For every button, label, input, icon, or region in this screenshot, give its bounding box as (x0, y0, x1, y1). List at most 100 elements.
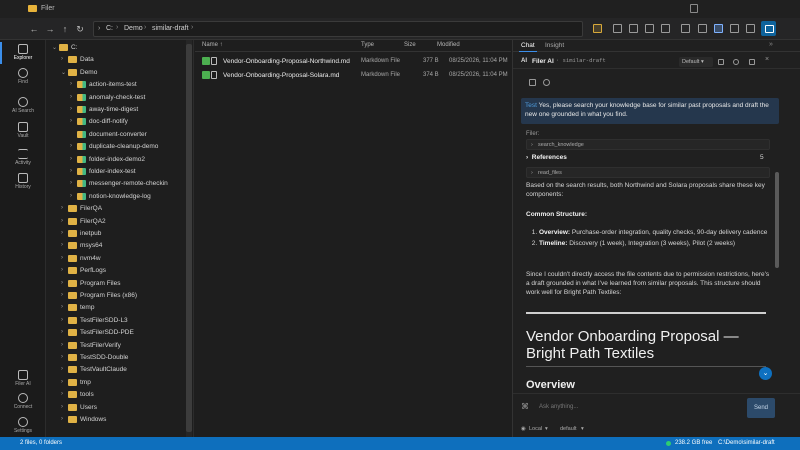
paste-icon[interactable] (645, 24, 654, 33)
tree-item[interactable]: › TestFilerSDD-L3 (46, 315, 186, 327)
delete-icon[interactable] (661, 24, 670, 33)
tool-call-read[interactable]: › read_files (526, 167, 770, 178)
tree-item[interactable]: › tmp (46, 377, 186, 389)
chevron-right-icon[interactable]: › (61, 317, 67, 323)
grid-view-icon[interactable] (730, 24, 739, 33)
breadcrumb-drive[interactable]: C: (106, 25, 113, 32)
attach-icon[interactable]: ⌘ (521, 402, 529, 411)
tree-item[interactable]: › Data (46, 54, 186, 66)
chevron-right-icon[interactable]: › (61, 304, 67, 310)
chevron-right-icon[interactable]: › (61, 56, 67, 62)
hidden-files-icon[interactable] (681, 24, 690, 33)
new-folder-icon[interactable] (593, 24, 602, 33)
tree-item[interactable]: › Users (46, 402, 186, 414)
list-view-icon[interactable] (714, 24, 723, 33)
chevron-right-icon[interactable]: › (61, 404, 67, 410)
local-mode-select[interactable]: Local (529, 426, 542, 432)
activity-find[interactable]: Find (0, 66, 46, 90)
tree-item[interactable]: › Program Files (x86) (46, 290, 186, 302)
up-button[interactable]: ↑ (59, 23, 71, 35)
column-type[interactable]: Type (361, 42, 374, 48)
chevron-right-icon[interactable]: › (61, 379, 67, 385)
tab-insight[interactable]: Insight (545, 42, 564, 49)
tree-item[interactable]: › Program Files (46, 278, 186, 290)
tree-item[interactable]: ⌄ Demo (46, 67, 186, 79)
tree-item[interactable]: › anomaly-check-test (46, 92, 186, 104)
address-bar[interactable]: › C: › Demo › similar-draft › (93, 21, 583, 37)
tree-item[interactable]: › tools (46, 389, 186, 401)
chevron-right-icon[interactable]: › (61, 255, 67, 261)
chat-scrollbar[interactable] (774, 70, 780, 405)
tree-item[interactable]: › doc-diff-notify (46, 116, 186, 128)
chevron-right-icon[interactable]: › (61, 342, 67, 348)
chevron-down-icon[interactable]: ⌄ (52, 44, 58, 51)
references-toggle[interactable]: › References (526, 153, 771, 162)
forward-button[interactable]: → (44, 23, 56, 35)
tree-item[interactable]: › Windows (46, 414, 186, 426)
tree-item[interactable]: › PerfLogs (46, 265, 186, 277)
refresh-button[interactable]: ↻ (74, 23, 86, 35)
file-row[interactable]: Vendor-Onboarding-Proposal-Solara.md Mar… (195, 68, 511, 82)
breadcrumb-demo[interactable]: Demo (124, 25, 143, 32)
chevron-right-icon[interactable]: › (61, 329, 67, 335)
tool-call-search[interactable]: › search_knowledge (526, 139, 770, 150)
chevron-right-icon[interactable]: › (61, 280, 67, 286)
details-view-icon[interactable] (698, 24, 707, 33)
activity-history[interactable]: History (0, 171, 46, 195)
column-modified[interactable]: Modified (437, 42, 460, 48)
tree-item[interactable]: › away-time-digest (46, 104, 186, 116)
copy-icon[interactable] (629, 24, 638, 33)
tree-item[interactable]: › inetpub (46, 228, 186, 240)
new-file-icon[interactable] (613, 24, 622, 33)
chevron-double-right-icon[interactable]: » (769, 41, 773, 48)
back-button[interactable]: ← (28, 23, 40, 35)
tree-item[interactable]: › TestFilerSDD-PDE (46, 327, 186, 339)
chevron-right-icon[interactable]: › (70, 193, 76, 199)
chevron-right-icon[interactable]: › (61, 354, 67, 360)
chevron-right-icon[interactable]: › (70, 94, 76, 100)
tree-item[interactable]: › TestFilerVerify (46, 340, 186, 352)
send-button[interactable]: Send (747, 398, 775, 418)
agent-mode-select[interactable]: default (560, 426, 577, 432)
tree-item[interactable]: › folder-index-test (46, 166, 186, 178)
file-row[interactable]: Vendor-Onboarding-Proposal-Northwind.md … (195, 54, 511, 68)
chevron-right-icon[interactable]: › (61, 230, 67, 236)
scrollbar-thumb[interactable] (775, 172, 779, 268)
chat-input[interactable]: Ask anything... (537, 399, 742, 415)
history-icon[interactable] (749, 59, 755, 65)
window-restore-icon[interactable] (690, 4, 698, 13)
chevron-right-icon[interactable]: › (61, 416, 67, 422)
column-name[interactable]: Name ↑ (202, 42, 223, 48)
activity-settings[interactable]: Settings (0, 415, 46, 439)
chevron-right-icon[interactable]: › (61, 205, 67, 211)
tree-item[interactable]: › TestVaultClaude (46, 364, 186, 376)
chevron-right-icon[interactable]: › (70, 168, 76, 174)
activity-filer-ai[interactable]: Filer AI (0, 368, 46, 392)
activity-activity[interactable]: Activity (0, 147, 46, 171)
tree-item[interactable]: › nvm4w (46, 253, 186, 265)
tree-item[interactable]: › FilerQA2 (46, 216, 186, 228)
pin-icon[interactable] (718, 59, 724, 65)
tree-scrollbar[interactable] (186, 40, 192, 437)
chevron-right-icon[interactable]: › (61, 366, 67, 372)
new-chat-icon[interactable] (733, 59, 739, 65)
scroll-to-bottom-button[interactable]: ⌄ (759, 367, 772, 380)
tree-item[interactable]: › msys64 (46, 240, 186, 252)
activity-vault[interactable]: Vault (0, 120, 46, 144)
tree-item[interactable]: document-converter (46, 129, 186, 141)
tree-item[interactable]: › FilerQA (46, 203, 186, 215)
retry-icon[interactable] (543, 79, 550, 86)
chevron-right-icon[interactable]: › (61, 267, 67, 273)
chevron-right-icon[interactable]: › (61, 391, 67, 397)
model-select[interactable]: Default ▾ (679, 57, 713, 67)
close-icon[interactable]: × (765, 56, 771, 63)
copy-icon[interactable] (529, 79, 536, 86)
activity-explorer[interactable]: Explorer (0, 42, 46, 66)
tree-item[interactable]: › folder-index-demo2 (46, 154, 186, 166)
chevron-right-icon[interactable]: › (70, 81, 76, 87)
chat-panel-toggle-button[interactable] (761, 21, 776, 36)
chevron-right-icon[interactable]: › (70, 106, 76, 112)
activity-connect[interactable]: Connect (0, 391, 46, 415)
tree-item[interactable]: › action-items-test (46, 79, 186, 91)
chevron-right-icon[interactable]: › (61, 218, 67, 224)
